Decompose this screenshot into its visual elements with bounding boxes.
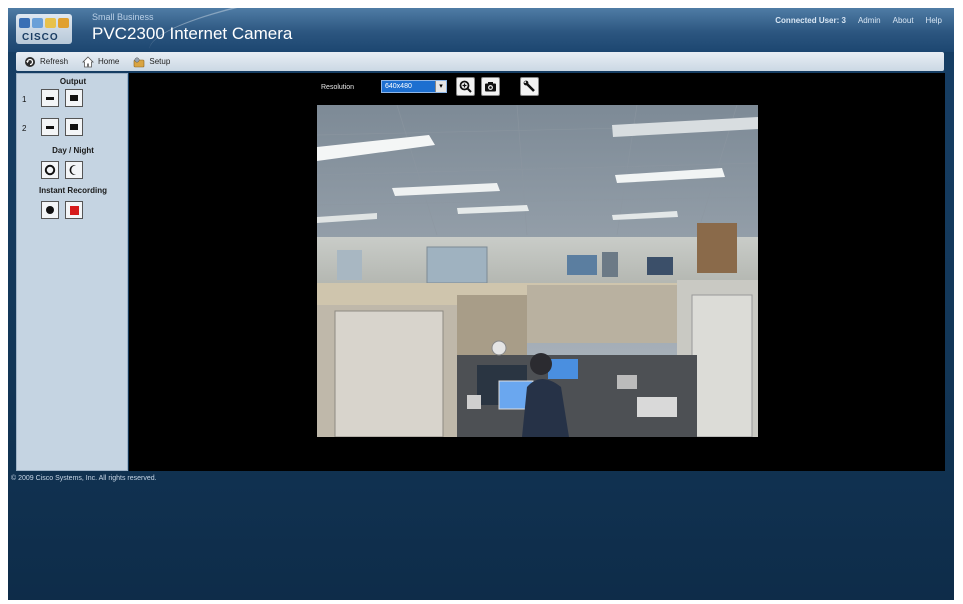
setup-button[interactable]: Setup xyxy=(133,56,170,68)
camera-icon xyxy=(485,82,496,92)
about-link[interactable]: About xyxy=(893,16,914,25)
day-mode-button[interactable] xyxy=(41,161,59,179)
output-1-off-button[interactable] xyxy=(41,89,59,107)
output-on-icon xyxy=(70,124,78,130)
folder-icon[interactable] xyxy=(58,18,69,28)
output-title: Output xyxy=(59,77,87,86)
video-area: Resolution 640x480 ▾ xyxy=(129,73,945,471)
sun-icon xyxy=(44,164,56,176)
brand-line: Small Business xyxy=(92,12,154,22)
record-icon xyxy=(46,206,54,214)
connected-user-count: Connected User: 3 xyxy=(775,16,846,25)
print-icon[interactable] xyxy=(32,18,43,28)
top-links: Connected User: 3 Admin About Help xyxy=(775,16,942,25)
cisco-logo: CISCO xyxy=(22,32,59,43)
app-window: CISCO Small Business PVC2300 Internet Ca… xyxy=(8,8,954,600)
record-stop-button[interactable] xyxy=(65,201,83,219)
stop-icon xyxy=(69,205,79,215)
output-2-off-button[interactable] xyxy=(41,118,59,136)
settings-tool-button[interactable] xyxy=(520,77,539,96)
resolution-label: Resolution xyxy=(321,84,355,91)
night-mode-button[interactable] xyxy=(65,161,83,179)
chevron-down-icon: ▾ xyxy=(435,81,446,92)
header-banner: CISCO Small Business PVC2300 Internet Ca… xyxy=(8,8,954,95)
refresh-button[interactable]: Refresh xyxy=(24,56,68,68)
setup-icon xyxy=(134,57,145,67)
product-title: PVC2300 Internet Camera xyxy=(92,24,293,43)
live-video-feed xyxy=(317,105,758,437)
toolbar: Refresh Home Setup xyxy=(16,52,944,71)
save-icon[interactable] xyxy=(19,18,30,28)
moon-icon xyxy=(69,165,76,175)
resolution-value: 640x480 xyxy=(385,83,412,90)
zoom-button[interactable] xyxy=(456,77,475,96)
daynight-title: Day / Night xyxy=(52,146,94,155)
control-panel: Output 1 2 Day / Night Instant Recording xyxy=(16,73,128,471)
copyright-text: © 2009 Cisco Systems, Inc. All rights re… xyxy=(11,475,157,482)
help-link[interactable]: Help xyxy=(926,16,942,25)
refresh-icon xyxy=(25,56,35,67)
recording-title: Instant Recording xyxy=(38,186,107,195)
output-2-on-button[interactable] xyxy=(65,118,83,136)
zoom-icon xyxy=(459,80,472,93)
record-start-button[interactable] xyxy=(41,201,59,219)
output-off-icon xyxy=(46,125,54,129)
mail-icon[interactable] xyxy=(45,18,56,28)
output-1-on-button[interactable] xyxy=(65,89,83,107)
logo-box: CISCO xyxy=(16,14,72,44)
resolution-select[interactable]: 640x480 ▾ xyxy=(381,80,447,93)
snapshot-button[interactable] xyxy=(481,77,500,96)
home-label: Home xyxy=(98,57,120,66)
setup-label: Setup xyxy=(149,57,171,66)
output-on-icon xyxy=(70,95,78,101)
wrench-icon xyxy=(523,80,535,92)
output-off-icon xyxy=(46,96,54,100)
admin-link[interactable]: Admin xyxy=(858,16,881,25)
refresh-label: Refresh xyxy=(40,57,69,66)
home-button[interactable]: Home xyxy=(82,55,120,68)
output-1-label: 1 xyxy=(22,95,27,104)
output-2-label: 2 xyxy=(22,124,27,133)
home-icon xyxy=(82,55,94,67)
